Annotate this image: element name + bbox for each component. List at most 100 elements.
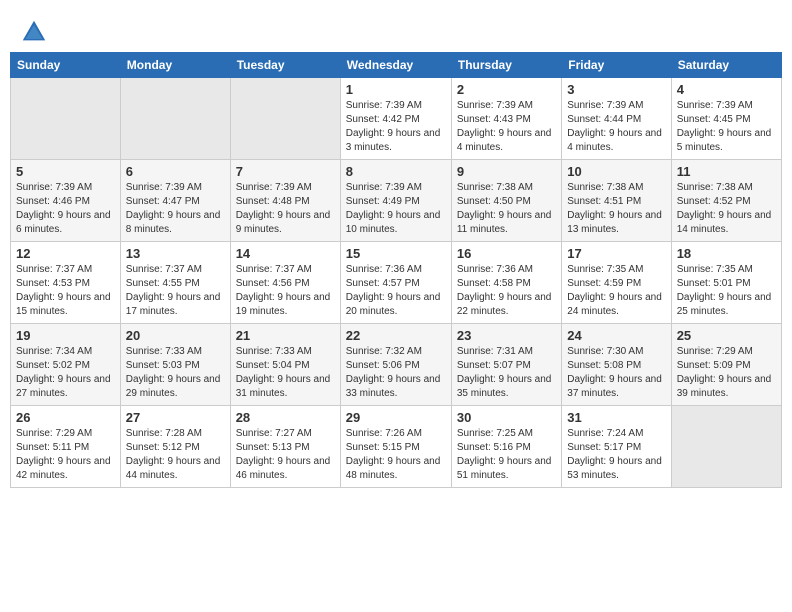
day-number: 26 — [16, 410, 115, 425]
calendar-cell: 31 Sunrise: 7:24 AM Sunset: 5:17 PM Dayli… — [562, 406, 671, 488]
day-info: Sunrise: 7:24 AM Sunset: 5:17 PM Dayligh… — [567, 427, 665, 483]
day-number: 5 — [16, 164, 115, 179]
day-info: Sunrise: 7:33 AM Sunset: 5:03 PM Dayligh… — [126, 345, 225, 401]
day-number: 13 — [126, 246, 225, 261]
calendar-cell: 28 Sunrise: 7:27 AM Sunset: 5:13 PM Dayli… — [230, 406, 340, 488]
calendar-cell: 18 Sunrise: 7:35 AM Sunset: 5:01 PM Dayli… — [671, 242, 781, 324]
day-info: Sunrise: 7:26 AM Sunset: 5:15 PM Dayligh… — [346, 427, 446, 483]
day-number: 16 — [457, 246, 556, 261]
calendar-cell: 20 Sunrise: 7:33 AM Sunset: 5:03 PM Dayli… — [120, 324, 230, 406]
calendar-cell: 1 Sunrise: 7:39 AM Sunset: 4:42 PM Daylig… — [340, 78, 451, 160]
calendar-cell: 3 Sunrise: 7:39 AM Sunset: 4:44 PM Daylig… — [562, 78, 671, 160]
day-info: Sunrise: 7:39 AM Sunset: 4:43 PM Dayligh… — [457, 99, 556, 155]
day-number: 14 — [236, 246, 335, 261]
day-number: 9 — [457, 164, 556, 179]
day-number: 21 — [236, 328, 335, 343]
day-info: Sunrise: 7:25 AM Sunset: 5:16 PM Dayligh… — [457, 427, 556, 483]
calendar-cell: 6 Sunrise: 7:39 AM Sunset: 4:47 PM Daylig… — [120, 160, 230, 242]
day-info: Sunrise: 7:39 AM Sunset: 4:42 PM Dayligh… — [346, 99, 446, 155]
calendar-cell: 30 Sunrise: 7:25 AM Sunset: 5:16 PM Dayli… — [451, 406, 561, 488]
day-number: 19 — [16, 328, 115, 343]
calendar-cell — [230, 78, 340, 160]
day-number: 18 — [677, 246, 776, 261]
day-info: Sunrise: 7:39 AM Sunset: 4:47 PM Dayligh… — [126, 181, 225, 237]
weekday-header: Sunday — [11, 53, 121, 78]
day-number: 1 — [346, 82, 446, 97]
day-number: 24 — [567, 328, 665, 343]
calendar-table: SundayMondayTuesdayWednesdayThursdayFrid… — [10, 52, 782, 488]
weekday-header: Saturday — [671, 53, 781, 78]
day-number: 28 — [236, 410, 335, 425]
day-number: 3 — [567, 82, 665, 97]
day-number: 27 — [126, 410, 225, 425]
calendar-cell — [120, 78, 230, 160]
day-info: Sunrise: 7:34 AM Sunset: 5:02 PM Dayligh… — [16, 345, 115, 401]
day-info: Sunrise: 7:35 AM Sunset: 5:01 PM Dayligh… — [677, 263, 776, 319]
calendar-week-row: 19 Sunrise: 7:34 AM Sunset: 5:02 PM Dayli… — [11, 324, 782, 406]
day-info: Sunrise: 7:29 AM Sunset: 5:11 PM Dayligh… — [16, 427, 115, 483]
day-number: 4 — [677, 82, 776, 97]
calendar-cell: 13Sunrise: 7:37 AM Sunset: 4:55 PM Dayli… — [120, 242, 230, 324]
day-info: Sunrise: 7:28 AM Sunset: 5:12 PM Dayligh… — [126, 427, 225, 483]
day-number: 31 — [567, 410, 665, 425]
day-number: 15 — [346, 246, 446, 261]
calendar-cell: 8 Sunrise: 7:39 AM Sunset: 4:49 PM Daylig… — [340, 160, 451, 242]
calendar-cell: 14 Sunrise: 7:37 AM Sunset: 4:56 PM Dayli… — [230, 242, 340, 324]
day-number: 12 — [16, 246, 115, 261]
day-info: Sunrise: 7:36 AM Sunset: 4:58 PM Dayligh… — [457, 263, 556, 319]
calendar-cell: 21 Sunrise: 7:33 AM Sunset: 5:04 PM Dayli… — [230, 324, 340, 406]
day-info: Sunrise: 7:39 AM Sunset: 4:49 PM Dayligh… — [346, 181, 446, 237]
calendar-cell — [11, 78, 121, 160]
weekday-header: Thursday — [451, 53, 561, 78]
day-number: 23 — [457, 328, 556, 343]
calendar-cell: 26 Sunrise: 7:29 AM Sunset: 5:11 PM Dayli… — [11, 406, 121, 488]
calendar-cell: 9 Sunrise: 7:38 AM Sunset: 4:50 PM Daylig… — [451, 160, 561, 242]
day-number: 6 — [126, 164, 225, 179]
weekday-header: Tuesday — [230, 53, 340, 78]
logo-icon — [20, 18, 48, 46]
day-info: Sunrise: 7:29 AM Sunset: 5:09 PM Dayligh… — [677, 345, 776, 401]
calendar-cell: 19 Sunrise: 7:34 AM Sunset: 5:02 PM Dayli… — [11, 324, 121, 406]
calendar-cell: 10Sunrise: 7:38 AM Sunset: 4:51 PM Dayli… — [562, 160, 671, 242]
day-info: Sunrise: 7:37 AM Sunset: 4:56 PM Dayligh… — [236, 263, 335, 319]
day-info: Sunrise: 7:37 AM Sunset: 4:53 PM Dayligh… — [16, 263, 115, 319]
day-info: Sunrise: 7:36 AM Sunset: 4:57 PM Dayligh… — [346, 263, 446, 319]
page-header — [10, 10, 782, 52]
day-number: 8 — [346, 164, 446, 179]
day-info: Sunrise: 7:38 AM Sunset: 4:51 PM Dayligh… — [567, 181, 665, 237]
weekday-header: Wednesday — [340, 53, 451, 78]
day-info: Sunrise: 7:39 AM Sunset: 4:46 PM Dayligh… — [16, 181, 115, 237]
calendar-cell: 22 Sunrise: 7:32 AM Sunset: 5:06 PM Dayli… — [340, 324, 451, 406]
day-info: Sunrise: 7:38 AM Sunset: 4:52 PM Dayligh… — [677, 181, 776, 237]
calendar-cell: 2Sunrise: 7:39 AM Sunset: 4:43 PM Daylig… — [451, 78, 561, 160]
calendar-cell: 4 Sunrise: 7:39 AM Sunset: 4:45 PM Daylig… — [671, 78, 781, 160]
calendar-week-row: 5 Sunrise: 7:39 AM Sunset: 4:46 PM Daylig… — [11, 160, 782, 242]
day-info: Sunrise: 7:39 AM Sunset: 4:44 PM Dayligh… — [567, 99, 665, 155]
calendar-cell: 5 Sunrise: 7:39 AM Sunset: 4:46 PM Daylig… — [11, 160, 121, 242]
day-number: 17 — [567, 246, 665, 261]
calendar-week-row: 1 Sunrise: 7:39 AM Sunset: 4:42 PM Daylig… — [11, 78, 782, 160]
day-info: Sunrise: 7:30 AM Sunset: 5:08 PM Dayligh… — [567, 345, 665, 401]
calendar-cell: 24 Sunrise: 7:30 AM Sunset: 5:08 PM Dayli… — [562, 324, 671, 406]
day-info: Sunrise: 7:39 AM Sunset: 4:48 PM Dayligh… — [236, 181, 335, 237]
calendar-cell: 15 Sunrise: 7:36 AM Sunset: 4:57 PM Dayli… — [340, 242, 451, 324]
weekday-header-row: SundayMondayTuesdayWednesdayThursdayFrid… — [11, 53, 782, 78]
day-info: Sunrise: 7:31 AM Sunset: 5:07 PM Dayligh… — [457, 345, 556, 401]
day-info: Sunrise: 7:38 AM Sunset: 4:50 PM Dayligh… — [457, 181, 556, 237]
calendar-cell: 29Sunrise: 7:26 AM Sunset: 5:15 PM Dayli… — [340, 406, 451, 488]
day-number: 22 — [346, 328, 446, 343]
calendar-week-row: 26 Sunrise: 7:29 AM Sunset: 5:11 PM Dayli… — [11, 406, 782, 488]
calendar-cell: 27 Sunrise: 7:28 AM Sunset: 5:12 PM Dayli… — [120, 406, 230, 488]
logo — [20, 18, 52, 46]
day-info: Sunrise: 7:39 AM Sunset: 4:45 PM Dayligh… — [677, 99, 776, 155]
day-number: 30 — [457, 410, 556, 425]
day-info: Sunrise: 7:32 AM Sunset: 5:06 PM Dayligh… — [346, 345, 446, 401]
day-number: 11 — [677, 164, 776, 179]
day-info: Sunrise: 7:27 AM Sunset: 5:13 PM Dayligh… — [236, 427, 335, 483]
calendar-week-row: 12 Sunrise: 7:37 AM Sunset: 4:53 PM Dayli… — [11, 242, 782, 324]
day-number: 20 — [126, 328, 225, 343]
day-number: 25 — [677, 328, 776, 343]
calendar-cell: 25 Sunrise: 7:29 AM Sunset: 5:09 PM Dayli… — [671, 324, 781, 406]
day-info: Sunrise: 7:33 AM Sunset: 5:04 PM Dayligh… — [236, 345, 335, 401]
calendar-cell: 7Sunrise: 7:39 AM Sunset: 4:48 PM Daylig… — [230, 160, 340, 242]
